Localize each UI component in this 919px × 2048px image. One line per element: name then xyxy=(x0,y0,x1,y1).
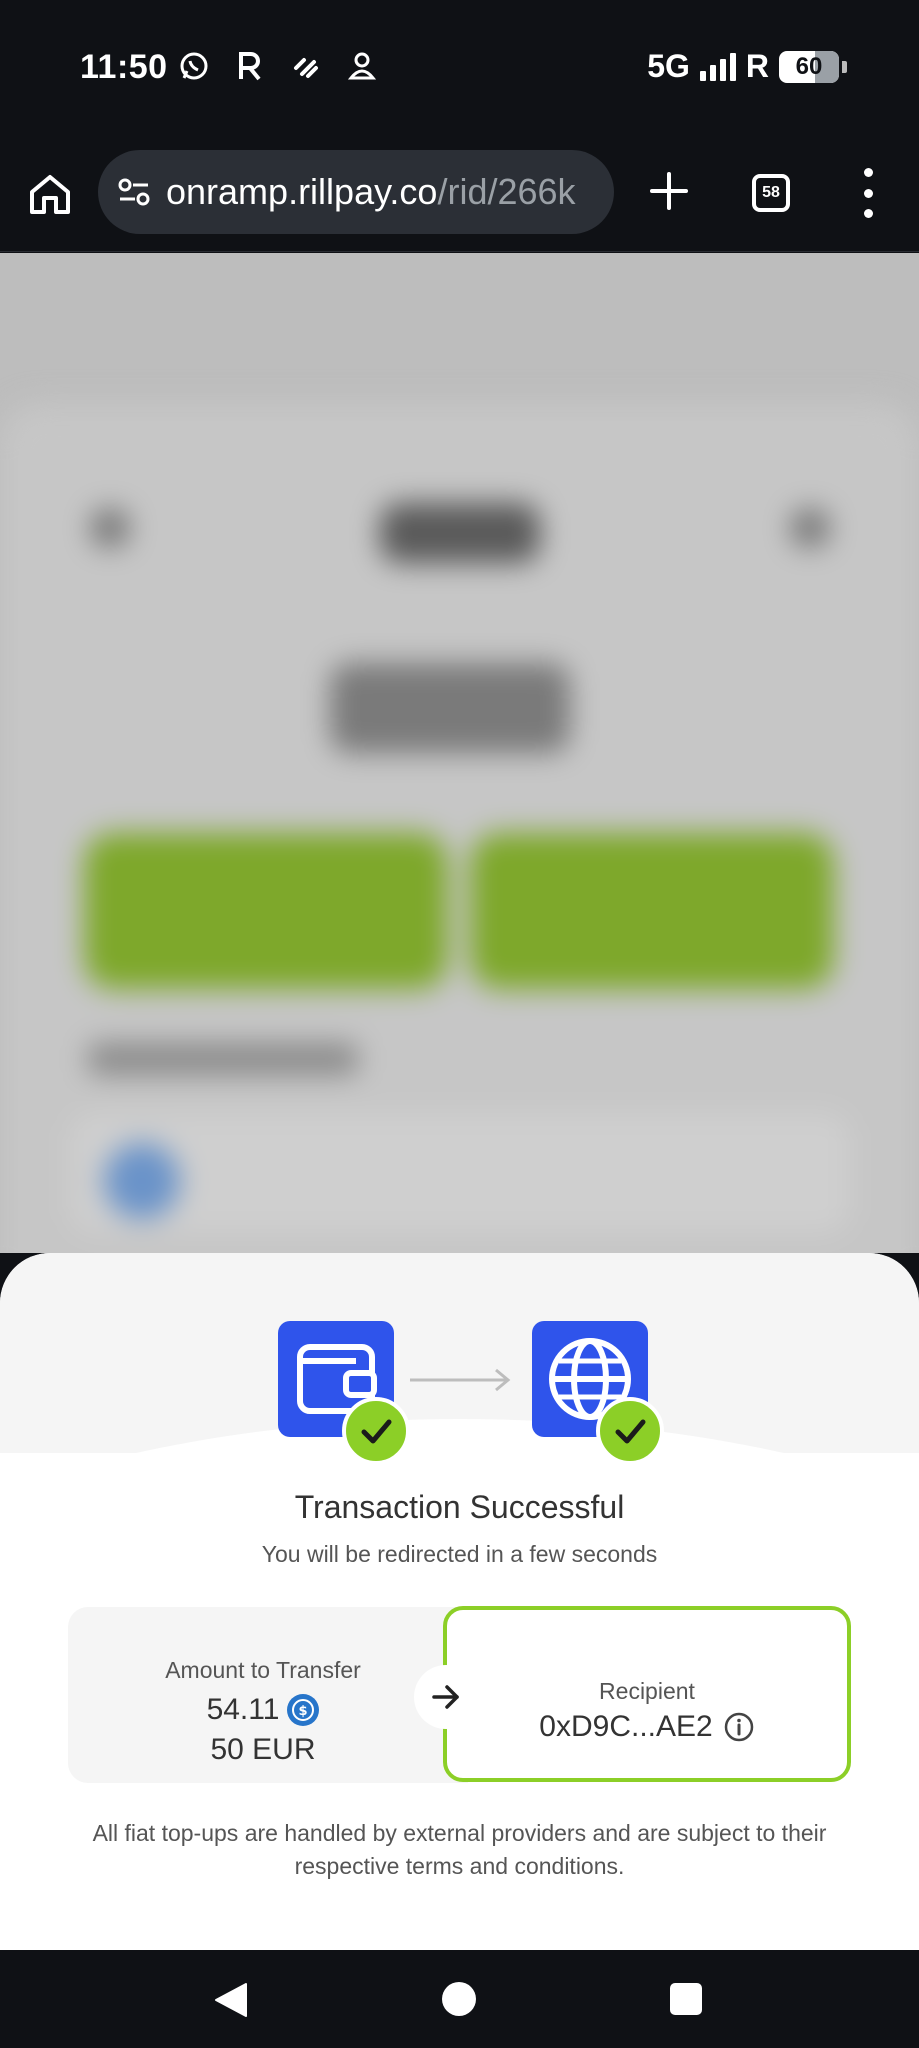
amount-value-row: 54.11 $ xyxy=(68,1693,458,1727)
recipient-card: Recipient 0xD9C...AE2 xyxy=(443,1606,851,1782)
system-nav-bar xyxy=(0,1950,919,2048)
transfer-arrow-icon xyxy=(416,1667,476,1727)
url-bar[interactable]: onramp.rillpay.co/rid/266k xyxy=(98,150,614,234)
amount-fiat: 50 EUR xyxy=(210,1733,316,1766)
site-settings-icon[interactable] xyxy=(116,174,152,210)
flow-arrow-icon xyxy=(410,1368,511,1392)
info-icon[interactable] xyxy=(723,1711,755,1743)
usdc-icon: $ xyxy=(287,1694,320,1726)
network-type: 5G xyxy=(647,48,690,84)
amount-value: 54.11 xyxy=(206,1693,280,1726)
url-host: onramp.rillpay.co xyxy=(166,171,438,212)
tab-switcher-button[interactable]: 58 xyxy=(752,174,790,212)
svg-text:$: $ xyxy=(299,1704,308,1719)
status-time: 11:50 xyxy=(80,48,168,86)
battery-icon: 60 xyxy=(779,50,847,83)
home-button[interactable] xyxy=(26,170,74,218)
plus-icon xyxy=(650,172,688,210)
dot xyxy=(863,168,873,177)
more-menu-button[interactable] xyxy=(856,168,880,218)
status-bar: 11:50 5G R 60 xyxy=(0,0,919,140)
disclaimer-text: All fiat top-ups are handled by external… xyxy=(92,1820,827,1879)
browser-toolbar: onramp.rillpay.co/rid/266k 58 xyxy=(0,140,919,252)
blurred-page-backdrop xyxy=(0,253,919,1253)
recents-icon[interactable] xyxy=(670,1983,702,2015)
whatsapp-icon xyxy=(178,50,210,82)
recipient-label: Recipient xyxy=(599,1678,695,1704)
new-tab-button[interactable] xyxy=(646,168,692,214)
recipient-value-row: 0xD9C...AE2 xyxy=(447,1710,847,1744)
dot xyxy=(863,209,873,218)
url-path: /rid/266k xyxy=(437,171,576,212)
home-icon xyxy=(30,175,70,214)
recipient-address: 0xD9C...AE2 xyxy=(539,1710,713,1743)
notification-icons xyxy=(178,50,378,82)
roaming-indicator: R xyxy=(745,48,769,84)
status-right: 5G R 60 xyxy=(647,48,847,85)
home-nav-icon[interactable] xyxy=(442,1982,476,2016)
transaction-success-sheet: Transaction Successful You will be redir… xyxy=(0,1253,919,1950)
signal-icon xyxy=(699,52,736,81)
amount-card: Amount to Transfer 54.11 $ 50 EUR xyxy=(68,1607,468,1783)
sheet-subtitle: You will be redirected in a few seconds xyxy=(261,1541,658,1567)
sheet-title: Transaction Successful xyxy=(294,1489,625,1525)
battery-level: 60 xyxy=(795,52,823,80)
tv-icon xyxy=(290,50,322,82)
globe-check-icon xyxy=(596,1397,664,1465)
wallet-check-icon xyxy=(342,1397,410,1465)
r-app-icon xyxy=(234,50,266,82)
amount-label: Amount to Transfer xyxy=(165,1657,361,1683)
user-pin-icon xyxy=(346,50,378,82)
url-text[interactable]: onramp.rillpay.co/rid/266k xyxy=(166,171,576,213)
back-icon[interactable] xyxy=(214,1982,248,2018)
dot xyxy=(863,188,873,198)
blurred-content xyxy=(0,253,919,1253)
